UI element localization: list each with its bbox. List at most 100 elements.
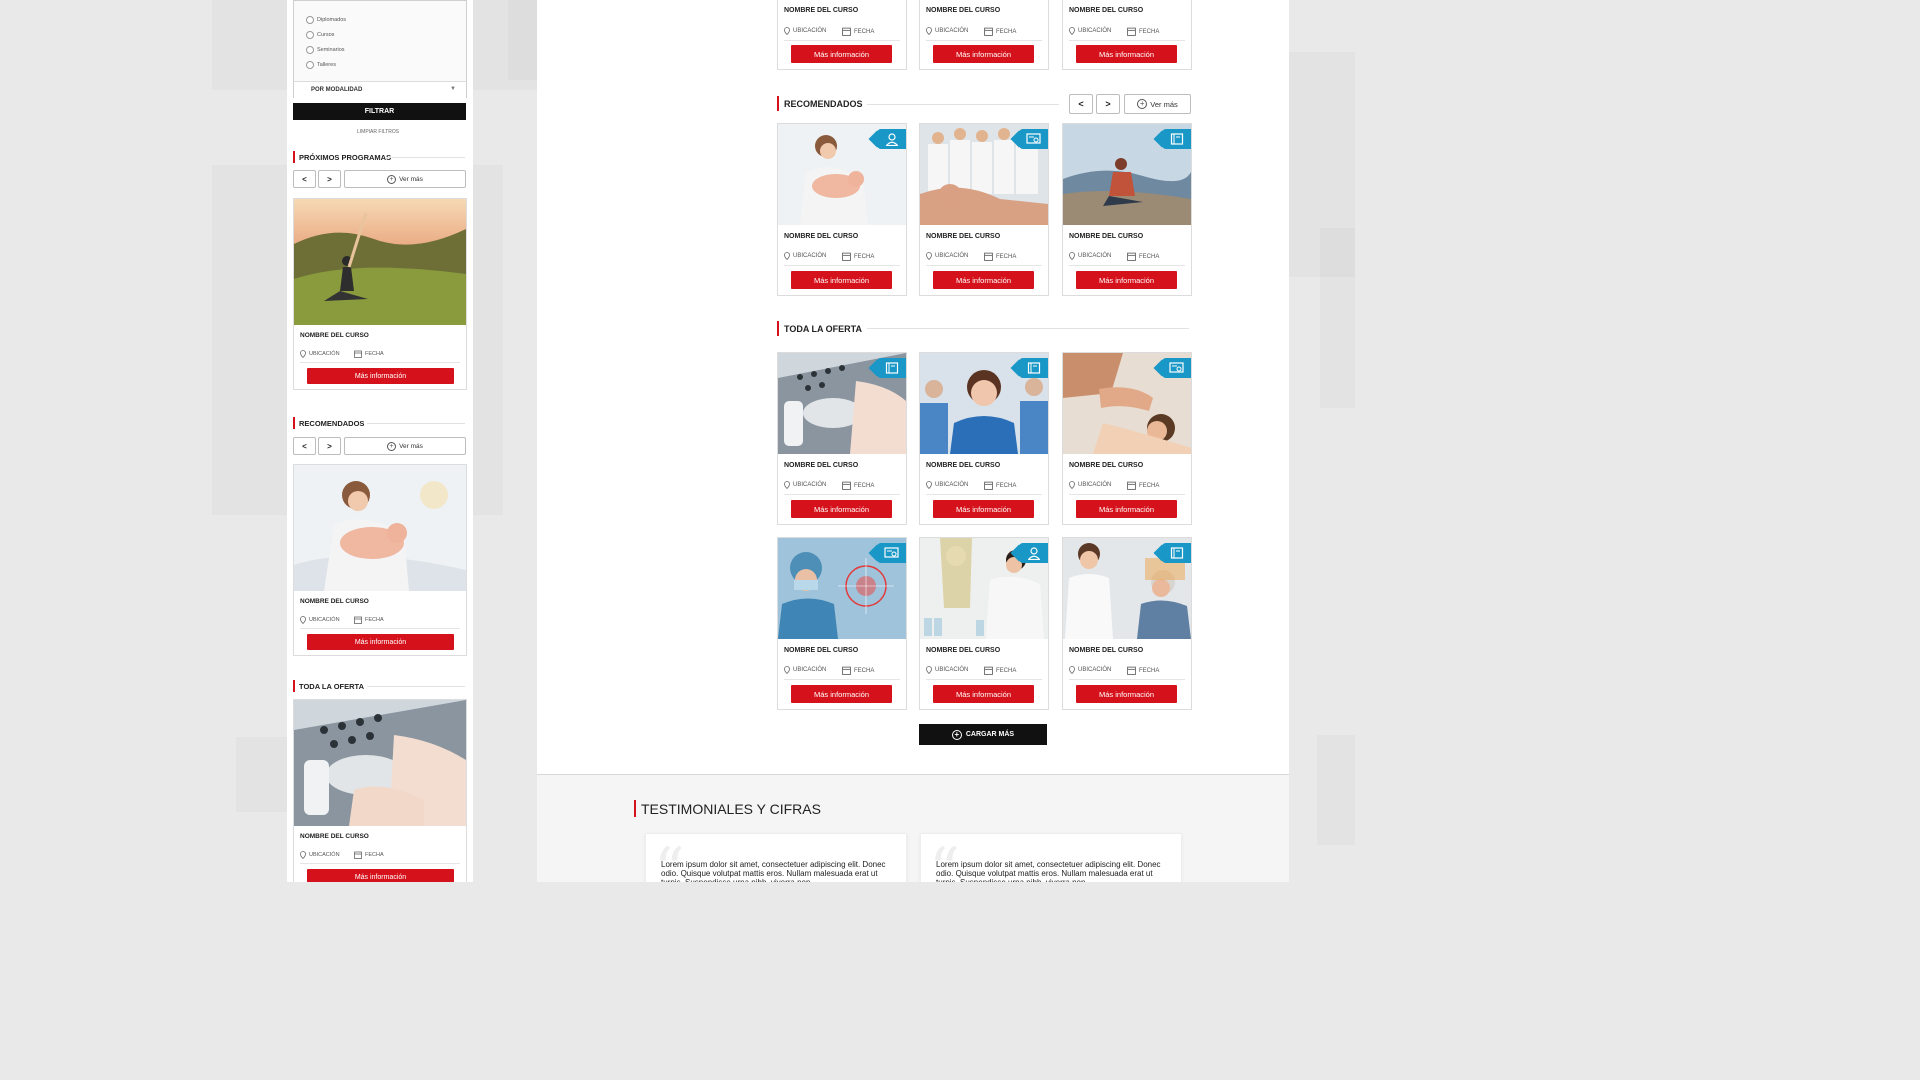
course-name: NOMBRE DEL CURSO xyxy=(1069,462,1144,469)
location-pin-icon xyxy=(1069,481,1075,489)
filter-button[interactable]: FILTRAR xyxy=(293,103,466,120)
prev-button[interactable]: < xyxy=(293,170,316,188)
course-card: NOMBRE DEL CURSO UBICACIÓN FECHA Más inf… xyxy=(1062,352,1192,525)
location-pin-icon xyxy=(1069,666,1075,674)
person-icon xyxy=(1027,546,1040,560)
filter-option-label: Seminarios xyxy=(317,47,345,53)
course-date: FECHA xyxy=(842,27,874,36)
course-name: NOMBRE DEL CURSO xyxy=(300,332,369,339)
modalidad-dropdown[interactable]: POR MODALIDAD ▼ xyxy=(294,81,466,98)
more-info-button[interactable]: Más información xyxy=(933,271,1034,289)
more-info-button[interactable]: Más información xyxy=(1076,500,1177,518)
course-location: UBICACIÓN xyxy=(926,27,968,35)
section-title: RECOMENDADOS xyxy=(777,96,863,111)
course-image xyxy=(294,199,466,325)
more-info-button[interactable]: Más información xyxy=(307,368,454,384)
card-divider xyxy=(1069,40,1185,41)
badge-certificate xyxy=(1019,129,1048,149)
more-info-button[interactable]: Más información xyxy=(933,500,1034,518)
background-block xyxy=(473,165,503,515)
more-info-button[interactable]: Más información xyxy=(1076,45,1177,63)
more-info-button[interactable]: Más información xyxy=(933,45,1034,63)
card-divider xyxy=(926,679,1042,680)
calendar-icon xyxy=(354,350,362,358)
location-label: UBICACIÓN xyxy=(309,351,340,357)
course-date: FECHA xyxy=(1127,481,1159,490)
date-label: FECHA xyxy=(365,351,384,357)
more-info-button[interactable]: Más información xyxy=(307,634,454,650)
more-info-button[interactable]: Más información xyxy=(791,271,892,289)
testimonial-text: Lorem ipsum dolor sit amet, consectetuer… xyxy=(936,860,1161,882)
testimonial-text: Lorem ipsum dolor sit amet, consectetuer… xyxy=(661,860,886,882)
more-info-button[interactable]: Más información xyxy=(933,685,1034,703)
radio-icon xyxy=(306,31,314,39)
more-info-button[interactable]: Más información xyxy=(791,685,892,703)
course-name: NOMBRE DEL CURSO xyxy=(784,462,859,469)
location-label: UBICACIÓN xyxy=(793,667,827,673)
filter-panel: Diplomados Cursos Seminarios Talleres PO… xyxy=(293,0,467,98)
course-card: NOMBRE DEL CURSO UBICACIÓN FECHA Más inf… xyxy=(919,537,1049,710)
person-icon xyxy=(885,132,898,146)
calendar-icon xyxy=(842,666,851,675)
course-location: UBICACIÓN xyxy=(784,666,826,674)
calendar-icon xyxy=(1127,252,1136,261)
certificate-icon xyxy=(884,547,899,558)
plus-circle-icon: + xyxy=(951,729,962,740)
filter-option-seminarios[interactable]: Seminarios xyxy=(306,46,345,54)
course-location: UBICACIÓN xyxy=(784,27,826,35)
desktop-mockup: NOMBRE DEL CURSO UBICACIÓN FECHA Más inf… xyxy=(537,0,1289,882)
more-info-button[interactable]: Más información xyxy=(1076,685,1177,703)
location-label: UBICACIÓN xyxy=(309,852,340,858)
next-button[interactable]: > xyxy=(1096,94,1120,114)
certificate-icon xyxy=(1026,133,1041,144)
next-button[interactable]: > xyxy=(318,170,341,188)
date-label: FECHA xyxy=(365,852,384,858)
course-date: FECHA xyxy=(354,350,384,358)
calendar-icon xyxy=(842,252,851,261)
background-block xyxy=(1317,735,1355,845)
more-info-button[interactable]: Más información xyxy=(1076,271,1177,289)
location-label: UBICACIÓN xyxy=(935,253,969,259)
location-pin-icon xyxy=(300,616,306,624)
location-pin-icon xyxy=(926,252,932,260)
next-button[interactable]: > xyxy=(318,437,341,455)
calendar-icon xyxy=(354,616,362,624)
location-pin-icon xyxy=(926,666,932,674)
see-more-label: Ver más xyxy=(399,175,423,183)
location-label: UBICACIÓN xyxy=(1078,667,1112,673)
see-more-label: Ver más xyxy=(1150,99,1178,109)
card-divider xyxy=(784,494,900,495)
filter-option-cursos[interactable]: Cursos xyxy=(306,31,334,39)
more-info-button[interactable]: Más información xyxy=(791,45,892,63)
calendar-icon xyxy=(984,27,993,36)
filter-option-talleres[interactable]: Talleres xyxy=(306,61,336,69)
chevron-down-icon: ▼ xyxy=(450,86,456,92)
clear-filters-link[interactable]: LIMPIAR FILTROS xyxy=(357,129,399,135)
see-more-label: Ver más xyxy=(399,442,423,450)
book-icon xyxy=(1027,362,1040,374)
course-card: NOMBRE DEL CURSO UBICACIÓN FECHA Más inf… xyxy=(777,123,907,296)
location-pin-icon xyxy=(300,851,306,859)
date-label: FECHA xyxy=(854,482,875,489)
card-divider xyxy=(1069,679,1185,680)
see-more-button[interactable]: + Ver más xyxy=(344,170,466,188)
book-icon xyxy=(1170,133,1183,145)
course-card: NOMBRE DEL CURSO UBICACIÓN FECHA Más inf… xyxy=(777,0,907,70)
load-more-button[interactable]: + CARGAR MÁS xyxy=(919,724,1047,745)
filter-option-diplomados[interactable]: Diplomados xyxy=(306,16,346,24)
badge-book xyxy=(1162,543,1191,563)
course-location: UBICACIÓN xyxy=(926,666,968,674)
course-name: NOMBRE DEL CURSO xyxy=(784,647,859,654)
location-label: UBICACIÓN xyxy=(793,253,827,259)
badge-person xyxy=(1019,543,1048,563)
date-label: FECHA xyxy=(1139,28,1160,35)
see-more-button[interactable]: + Ver más xyxy=(344,437,466,455)
prev-button[interactable]: < xyxy=(1069,94,1093,114)
see-more-button[interactable]: + Ver más xyxy=(1124,94,1191,114)
course-date: FECHA xyxy=(842,666,874,675)
prev-button[interactable]: < xyxy=(293,437,316,455)
badge-certificate xyxy=(1162,358,1191,378)
course-name: NOMBRE DEL CURSO xyxy=(926,462,1001,469)
more-info-button[interactable]: Más información xyxy=(307,869,454,882)
more-info-button[interactable]: Más información xyxy=(791,500,892,518)
